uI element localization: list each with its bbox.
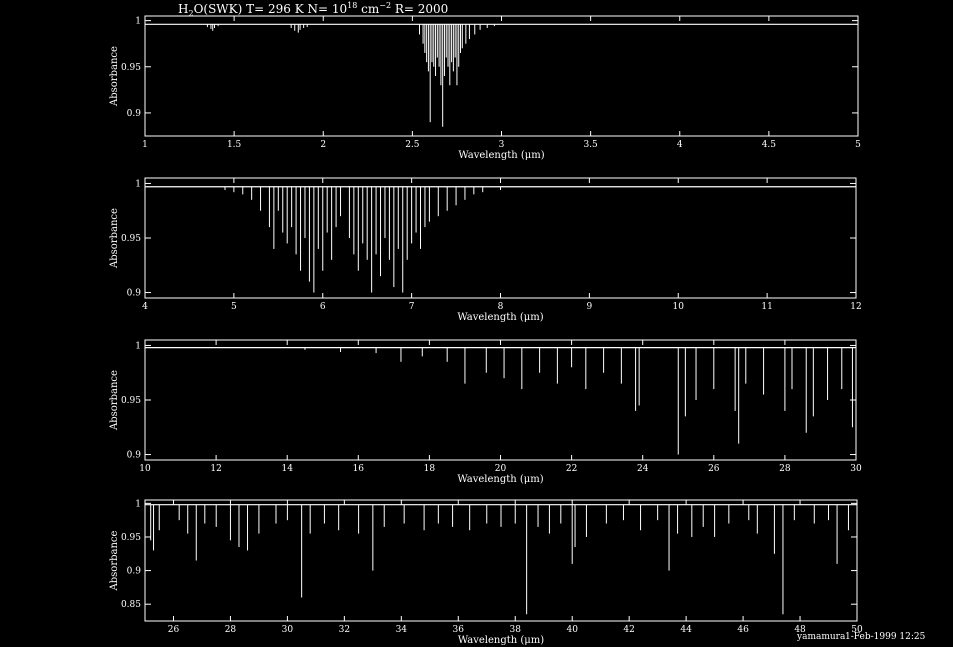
x-tick-label: 6	[320, 302, 326, 312]
x-tick-label: 5	[231, 302, 237, 312]
y-tick-label: 1	[135, 17, 141, 27]
x-tick-label: 7	[409, 302, 415, 312]
spectrum-figure: H2O(SWK) T= 296 K N= 1018 cm−2 R= 2000 1…	[0, 0, 953, 647]
y-axis-label: Absorbance	[109, 370, 120, 431]
x-tick-label: 11	[761, 302, 772, 312]
figure-title: H2O(SWK) T= 296 K N= 1018 cm−2 R= 2000	[178, 1, 448, 18]
x-tick-label: 12	[850, 302, 861, 312]
x-tick-label: 2	[320, 140, 326, 150]
y-axis-label: Absorbance	[109, 208, 120, 269]
y-tick-label: 0.85	[121, 600, 141, 610]
x-axis-label: Wavelength (μm)	[458, 150, 544, 161]
x-axis-label: Wavelength (μm)	[457, 312, 543, 323]
y-tick-label: 1	[135, 499, 141, 509]
x-tick-label: 30	[282, 625, 294, 635]
x-tick-label: 10	[139, 464, 151, 474]
x-tick-label: 3	[499, 140, 505, 150]
x-tick-label: 24	[637, 464, 649, 474]
x-tick-label: 34	[396, 625, 408, 635]
y-tick-label: 0.9	[127, 289, 142, 299]
footer-user: yamamura	[796, 632, 846, 642]
x-tick-label: 30	[850, 464, 862, 474]
x-tick-label: 32	[339, 625, 350, 635]
x-tick-label: 8	[498, 302, 504, 312]
y-tick-label: 1	[135, 179, 141, 189]
x-tick-label: 40	[566, 625, 578, 635]
x-tick-label: 42	[623, 625, 634, 635]
x-tick-label: 28	[779, 464, 791, 474]
y-tick-label: 0.95	[121, 234, 141, 244]
x-tick-label: 14	[281, 464, 293, 474]
y-tick-label: 0.95	[121, 396, 141, 406]
x-tick-label: 1	[142, 140, 148, 150]
y-tick-label: 1	[135, 341, 141, 351]
y-tick-label: 0.9	[127, 109, 142, 119]
x-tick-label: 46	[737, 625, 749, 635]
x-tick-label: 3.5	[583, 140, 598, 150]
footer-date: 1-Feb-1999 12:25	[845, 632, 926, 642]
x-tick-label: 38	[510, 625, 522, 635]
x-tick-label: 20	[495, 464, 507, 474]
x-tick-label: 22	[566, 464, 577, 474]
x-tick-label: 5	[855, 140, 861, 150]
x-tick-label: 4	[677, 140, 683, 150]
x-tick-label: 12	[210, 464, 221, 474]
x-tick-label: 2.5	[405, 140, 420, 150]
x-axis-label: Wavelength (μm)	[458, 635, 544, 646]
x-tick-label: 44	[680, 625, 692, 635]
x-tick-label: 4	[142, 302, 148, 312]
x-tick-label: 4.5	[762, 140, 777, 150]
y-tick-label: 0.95	[121, 63, 141, 73]
x-tick-label: 16	[353, 464, 365, 474]
x-tick-label: 26	[168, 625, 180, 635]
y-axis-label: Absorbance	[109, 530, 120, 591]
x-tick-label: 18	[424, 464, 436, 474]
x-tick-label: 26	[708, 464, 720, 474]
y-axis-label: Absorbance	[109, 46, 120, 107]
x-tick-label: 1.5	[227, 140, 242, 150]
x-tick-label: 10	[673, 302, 685, 312]
y-tick-label: 0.9	[127, 451, 142, 461]
x-tick-label: 36	[453, 625, 465, 635]
x-tick-label: 28	[225, 625, 237, 635]
figure-background	[0, 0, 953, 647]
y-tick-label: 0.95	[121, 533, 141, 543]
x-axis-label: Wavelength (μm)	[457, 474, 543, 485]
y-tick-label: 0.9	[127, 567, 142, 577]
x-tick-label: 9	[587, 302, 593, 312]
